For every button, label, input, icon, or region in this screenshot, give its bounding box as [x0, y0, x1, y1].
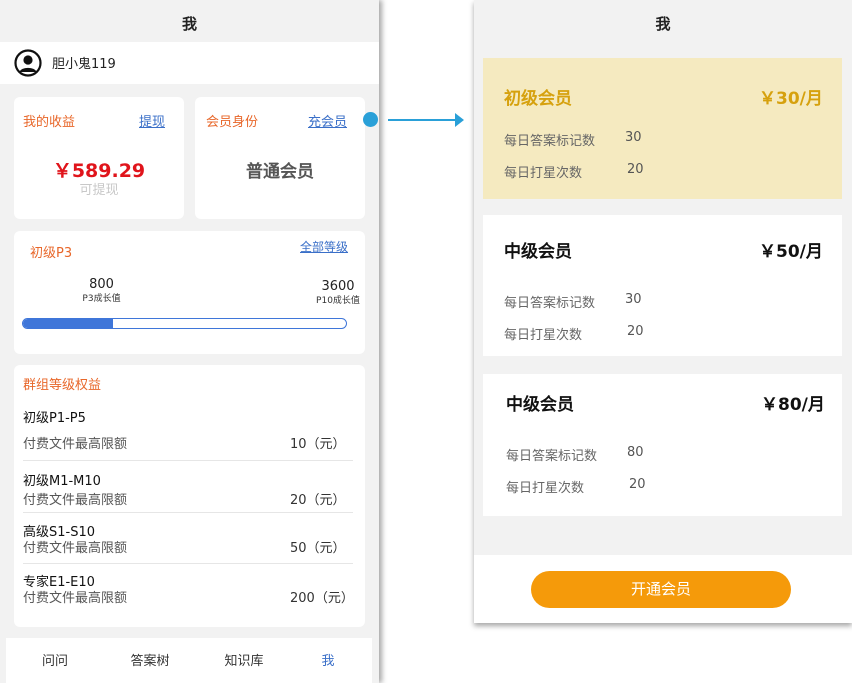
membership-type: 普通会员 [246, 162, 314, 182]
plan-row-label: 每日答案标记数 [504, 134, 596, 149]
avatar-icon [14, 49, 42, 77]
plan-row-value: 80 [627, 445, 644, 460]
tier-name: 初级P1-P5 [23, 411, 86, 426]
page-title: 我 [0, 0, 379, 41]
current-growth-value: 800 [89, 277, 114, 292]
tier-limit-label: 付费文件最高限额 [23, 591, 128, 606]
tier-limit-value: 200（元） [290, 591, 354, 606]
username: 胆小鬼119 [52, 57, 116, 72]
benefits-card: 群组等级权益 初级P1-P5 付费文件最高限额 10（元） 初级M1-M10 付… [14, 365, 365, 627]
nav-item-ask[interactable]: 问问 [20, 650, 90, 669]
recharge-link[interactable]: 充会员 [308, 111, 347, 130]
divider [23, 563, 353, 564]
earnings-label: 我的收益 [23, 115, 76, 130]
tier-name: 初级M1-M10 [23, 474, 101, 489]
withdraw-link[interactable]: 提现 [139, 111, 165, 130]
target-growth-label: P10成长值 [316, 296, 360, 306]
connector-line [388, 119, 456, 121]
growth-progress-bar [22, 318, 347, 329]
divider [23, 460, 353, 461]
plan-price: ￥30/月 [759, 89, 823, 109]
target-growth-value: 3600 [321, 279, 355, 294]
membership-plans-screen: 我 初级会员 ￥30/月 每日答案标记数 30 每日打星次数 20 中级会员 ￥… [474, 0, 852, 623]
earnings-card: 我的收益 提现 ￥589.29 可提现 [14, 97, 184, 219]
bottom-nav: 问问 答案树 知识库 我 [6, 638, 372, 683]
connector-dot [363, 112, 378, 127]
withdrawable-label: 可提现 [79, 183, 119, 198]
footer-bar: 开通会员 [474, 555, 852, 623]
plan-card-selected[interactable]: 初级会员 ￥30/月 每日答案标记数 30 每日打星次数 20 [483, 58, 842, 199]
tier-limit-label: 付费文件最高限额 [23, 437, 128, 452]
plan-price: ￥80/月 [761, 395, 825, 415]
plan-row-label: 每日打星次数 [506, 481, 585, 496]
tier-limit-label: 付费文件最高限额 [23, 541, 128, 556]
plan-row-value: 20 [627, 324, 644, 339]
plan-row-label: 每日打星次数 [504, 166, 583, 181]
all-levels-link[interactable]: 全部等级 [300, 238, 348, 255]
user-bar[interactable]: 胆小鬼119 [0, 42, 379, 84]
open-membership-button[interactable]: 开通会员 [531, 571, 791, 608]
level-card: 初级P3 全部等级 800 P3成长值 3600 P10成长值 [14, 231, 365, 354]
nav-item-answer-tree[interactable]: 答案树 [115, 650, 185, 669]
plan-title: 中级会员 [504, 242, 572, 262]
plan-title: 中级会员 [506, 395, 574, 415]
tier-limit-value: 10（元） [290, 437, 346, 452]
plan-row-value: 20 [627, 162, 644, 177]
divider [23, 512, 353, 513]
benefits-title: 群组等级权益 [23, 378, 102, 393]
plan-card[interactable]: 中级会员 ￥50/月 每日答案标记数 30 每日打星次数 20 [483, 215, 842, 356]
plan-card[interactable]: 中级会员 ￥80/月 每日答案标记数 80 每日打星次数 20 [483, 374, 842, 516]
plan-price: ￥50/月 [759, 242, 823, 262]
current-growth-label: P3成长值 [82, 294, 121, 304]
nav-item-knowledge-base[interactable]: 知识库 [209, 650, 279, 669]
arrow-right-icon [455, 113, 464, 127]
page-title: 我 [655, 15, 671, 33]
plan-row-label: 每日打星次数 [504, 328, 583, 343]
membership-label: 会员身份 [206, 115, 259, 130]
profile-screen: 我 胆小鬼119 我的收益 提现 ￥589.29 可提现 会员身份 充会员 普通… [0, 0, 379, 683]
plan-row-value: 20 [629, 477, 646, 492]
nav-item-me[interactable]: 我 [293, 650, 363, 669]
level-name: 初级P3 [30, 246, 73, 261]
plan-row-value: 30 [625, 130, 642, 145]
plan-row-label: 每日答案标记数 [506, 449, 598, 464]
tier-limit-value: 50（元） [290, 541, 346, 556]
tier-limit-label: 付费文件最高限额 [23, 493, 128, 508]
tier-limit-value: 20（元） [290, 493, 346, 508]
growth-progress-fill [23, 319, 113, 328]
plan-title: 初级会员 [504, 89, 572, 109]
membership-card: 会员身份 充会员 普通会员 [195, 97, 365, 219]
plan-row-value: 30 [625, 292, 642, 307]
plan-row-label: 每日答案标记数 [504, 296, 596, 311]
